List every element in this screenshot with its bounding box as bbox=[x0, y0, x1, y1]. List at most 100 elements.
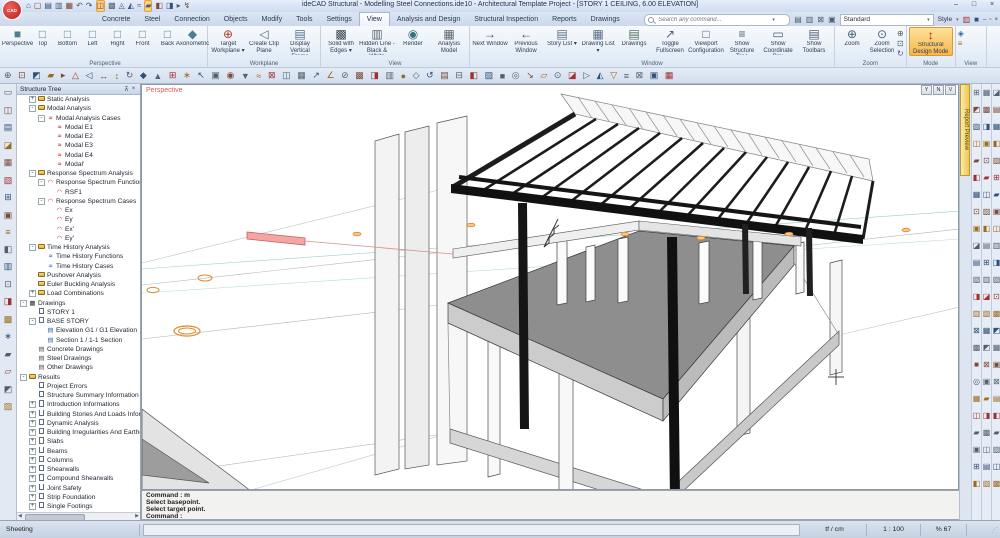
tree-item[interactable]: Time History Functions bbox=[17, 252, 140, 261]
layout-icon[interactable]: ▣ bbox=[828, 15, 836, 24]
ribbon-button[interactable]: Story List ▾ bbox=[544, 27, 580, 48]
tree-expander[interactable] bbox=[29, 346, 36, 353]
right-tool-icon[interactable]: ◧ bbox=[983, 224, 991, 233]
menu-tab[interactable]: Settings bbox=[320, 12, 359, 26]
drawing-tool-icon[interactable]: ▱ bbox=[540, 70, 547, 81]
tree-item[interactable]: RSF1 bbox=[17, 188, 140, 197]
left-tool-icon[interactable]: ◪ bbox=[4, 140, 13, 151]
tree-expander[interactable]: - bbox=[29, 318, 36, 325]
tree-item[interactable]: - Modal Analysis bbox=[17, 104, 140, 113]
right-tool-icon[interactable]: ◩ bbox=[973, 105, 981, 114]
drawing-tool-icon[interactable]: ▷ bbox=[583, 70, 590, 81]
menu-tab[interactable]: Tools bbox=[289, 12, 319, 26]
right-tool-icon[interactable]: ⊠ bbox=[983, 360, 990, 369]
tree-expander[interactable]: + bbox=[29, 96, 36, 103]
tree-item[interactable]: Ey' bbox=[17, 234, 140, 243]
style-label[interactable]: Style bbox=[938, 16, 952, 23]
ribbon-button[interactable]: Hidden Line - Black & White bbox=[359, 27, 395, 55]
ribbon-button[interactable]: Analysis Model bbox=[431, 27, 467, 54]
tree-expander[interactable]: + bbox=[29, 457, 36, 464]
tree-item[interactable]: + Introduction Informations bbox=[17, 400, 140, 409]
right-tool-icon[interactable]: ▩ bbox=[983, 428, 991, 437]
drawing-tool-icon[interactable]: ⊘ bbox=[341, 70, 349, 81]
right-tool-icon[interactable]: ▰ bbox=[983, 173, 989, 182]
drawing-tool-icon[interactable]: ◩ bbox=[32, 70, 41, 81]
right-tool-icon[interactable]: ▩ bbox=[973, 343, 981, 352]
right-tool-icon[interactable]: ◫ bbox=[993, 224, 1000, 233]
drawing-tool-icon[interactable]: ▦ bbox=[297, 70, 306, 81]
tree-item[interactable]: Time History Cases bbox=[17, 262, 140, 271]
drawing-tool-icon[interactable]: ≡ bbox=[624, 71, 629, 81]
left-tool-icon[interactable]: ⊞ bbox=[4, 192, 12, 203]
right-tool-icon[interactable]: ▰ bbox=[973, 428, 979, 437]
left-tool-icon[interactable]: ▤ bbox=[4, 122, 13, 133]
tree-expander[interactable]: + bbox=[29, 475, 36, 482]
right-tool-icon[interactable]: ◨ bbox=[983, 122, 991, 131]
ribbon-button[interactable]: Drawings bbox=[616, 27, 652, 48]
tree-item[interactable]: - Time History Analysis bbox=[17, 243, 140, 252]
tree-item[interactable]: Elevation G1 / G1 Elevation bbox=[17, 326, 140, 335]
tree-expander[interactable] bbox=[47, 207, 54, 214]
tree-expander[interactable]: - bbox=[38, 179, 45, 186]
drawing-tool-icon[interactable]: ↖ bbox=[197, 70, 205, 81]
tree-expander[interactable]: + bbox=[29, 429, 36, 436]
drawing-tool-icon[interactable]: ⊠ bbox=[636, 70, 644, 81]
drawing-tool-icon[interactable]: ◁ bbox=[86, 70, 93, 81]
print-icon[interactable]: ▥ bbox=[806, 15, 814, 24]
window-control-button[interactable]: × bbox=[986, 1, 998, 8]
left-tool-icon[interactable]: ▧ bbox=[4, 175, 13, 186]
tree-expander[interactable] bbox=[38, 327, 45, 334]
ribbon-button[interactable]: Right bbox=[105, 27, 130, 48]
viewport-3d[interactable] bbox=[141, 84, 959, 490]
command-search[interactable]: ▾ bbox=[644, 14, 790, 26]
drawing-tool-icon[interactable]: ∗ bbox=[183, 70, 191, 81]
ribbon-button[interactable]: Show Structure Tree bbox=[724, 27, 760, 55]
right-tool-icon[interactable]: ⊠ bbox=[973, 326, 980, 335]
publish-icon[interactable]: ▤ bbox=[794, 15, 802, 24]
ribbon-button[interactable]: Front bbox=[130, 27, 155, 48]
left-tool-icon[interactable]: ▣ bbox=[4, 210, 13, 221]
tree-expander[interactable]: - bbox=[38, 198, 45, 205]
ribbon-button[interactable]: Drawing List ▾ bbox=[580, 27, 616, 54]
tree-expander[interactable] bbox=[29, 392, 36, 399]
tree-expander[interactable] bbox=[29, 383, 36, 390]
left-tool-icon[interactable]: ▱ bbox=[5, 366, 12, 377]
search-dropdown-caret[interactable]: ▾ bbox=[772, 17, 775, 23]
drawing-tool-icon[interactable]: ≈ bbox=[256, 71, 261, 81]
tree-expander[interactable] bbox=[47, 235, 54, 242]
right-tool-icon[interactable]: ◫ bbox=[983, 190, 991, 199]
tree-expander[interactable] bbox=[47, 161, 54, 168]
tree-expander[interactable] bbox=[47, 189, 54, 196]
right-tool-icon[interactable]: ◧ bbox=[993, 139, 1000, 148]
right-tool-icon[interactable]: ▤ bbox=[983, 462, 991, 471]
right-tool-icon[interactable]: ■ bbox=[974, 360, 979, 369]
tree-item[interactable]: + Slabs bbox=[17, 437, 140, 446]
drawing-tool-icon[interactable]: ∠ bbox=[326, 70, 334, 81]
left-tool-icon[interactable]: ◩ bbox=[4, 384, 13, 395]
menu-tab[interactable]: Steel bbox=[137, 12, 167, 26]
tree-item[interactable]: - Modal Analysis Cases bbox=[17, 114, 140, 123]
drawing-tool-icon[interactable]: ⊟ bbox=[455, 70, 463, 81]
tree-item[interactable]: Modal' bbox=[17, 160, 140, 169]
status-scale[interactable]: 1 : 100 bbox=[867, 524, 921, 536]
menu-tab[interactable]: Analysis and Design bbox=[390, 12, 467, 26]
drawing-tool-icon[interactable]: ↔ bbox=[99, 71, 108, 81]
drawing-tool-icon[interactable]: ▼ bbox=[241, 71, 250, 81]
right-tool-icon[interactable]: ⊞ bbox=[993, 173, 1000, 182]
right-tool-icon[interactable]: ▰ bbox=[993, 190, 999, 199]
tree-expander[interactable] bbox=[38, 263, 45, 270]
tree-item[interactable]: Steel Drawings bbox=[17, 354, 140, 363]
window-control-button[interactable]: □ bbox=[968, 1, 980, 8]
model-canvas[interactable] bbox=[142, 85, 959, 490]
style-caret-icon[interactable]: ▾ bbox=[956, 17, 959, 23]
ribbon-button[interactable]: Next Window bbox=[472, 27, 508, 48]
right-tool-icon[interactable]: ▣ bbox=[973, 224, 981, 233]
right-tool-icon[interactable]: ▥ bbox=[973, 309, 981, 318]
drawing-tool-icon[interactable]: ◎ bbox=[512, 70, 520, 81]
mdi-window-button[interactable]: ▫ bbox=[989, 17, 991, 23]
right-tool-icon[interactable]: ▨ bbox=[993, 156, 1000, 165]
drawing-tool-icon[interactable]: ◫ bbox=[282, 70, 291, 81]
right-tool-icon[interactable]: ◪ bbox=[973, 241, 981, 250]
tree-expander[interactable]: + bbox=[29, 411, 36, 418]
drawing-tool-icon[interactable]: ⊡ bbox=[18, 70, 26, 81]
